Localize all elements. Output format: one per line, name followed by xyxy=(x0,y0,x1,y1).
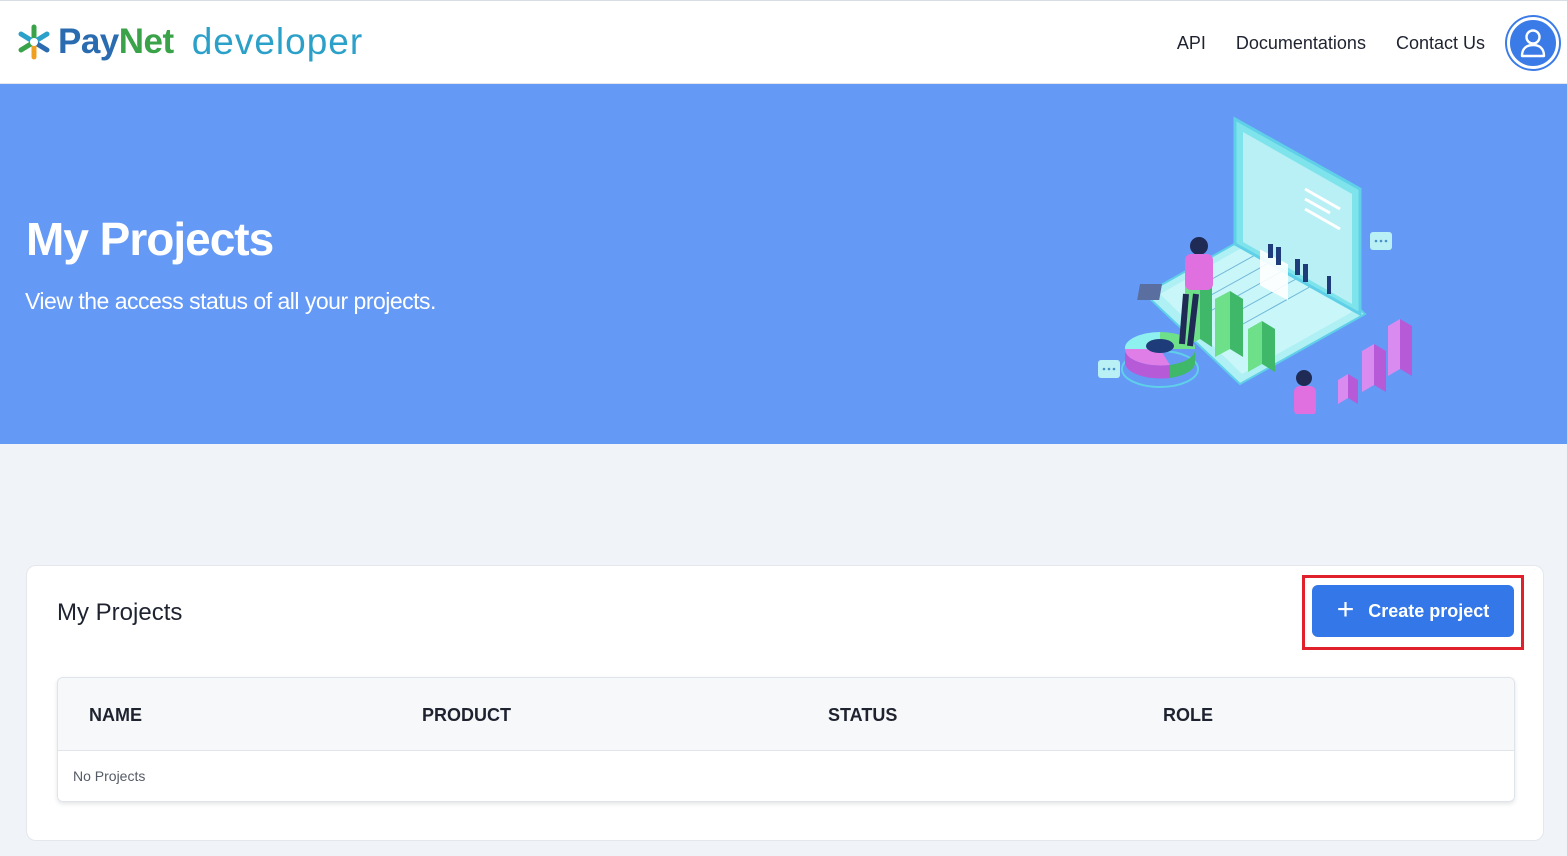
create-project-label: Create project xyxy=(1368,600,1490,621)
column-header-role[interactable]: ROLE xyxy=(1163,705,1213,726)
plus-icon: + xyxy=(1336,592,1355,626)
nav-link-api[interactable]: API xyxy=(1177,33,1206,54)
column-header-product[interactable]: PRODUCT xyxy=(422,705,511,726)
logo-text-developer: developer xyxy=(191,21,364,62)
logo-text-net: Net xyxy=(118,22,174,61)
projects-table: NAME PRODUCT STATUS ROLE No Projects xyxy=(57,677,1515,802)
analytics-illustration xyxy=(1098,116,1412,414)
hero-title: My Projects xyxy=(26,213,274,265)
column-header-name[interactable]: NAME xyxy=(89,705,142,726)
table-empty-row: No Projects xyxy=(58,751,1514,801)
top-navigation-bar: PayNet developer API Documentations Cont… xyxy=(0,0,1567,84)
table-header: NAME PRODUCT STATUS ROLE xyxy=(58,678,1514,751)
paynet-developer-logo[interactable]: PayNet developer xyxy=(14,19,363,65)
nav-link-contact-us[interactable]: Contact Us xyxy=(1396,33,1485,54)
projects-card: My Projects + Create project NAME PRODUC… xyxy=(26,565,1544,841)
logo-text-pay: Pay xyxy=(58,22,119,61)
user-avatar-button[interactable] xyxy=(1507,17,1559,69)
hero-subtitle: View the access status of all your proje… xyxy=(25,288,436,314)
create-project-button[interactable]: + Create project xyxy=(1312,585,1514,637)
hero-banner: My Projects View the access status of al… xyxy=(0,84,1567,444)
column-header-status[interactable]: STATUS xyxy=(828,705,897,726)
empty-state-text: No Projects xyxy=(73,768,146,784)
user-icon xyxy=(1520,29,1546,58)
main-nav: API Documentations Contact Us xyxy=(1147,1,1485,85)
projects-card-title: My Projects xyxy=(57,599,183,626)
nav-link-documentations[interactable]: Documentations xyxy=(1236,33,1366,54)
paynet-logo-icon xyxy=(18,24,50,60)
logo-text-paynet: PayNet xyxy=(58,22,174,62)
